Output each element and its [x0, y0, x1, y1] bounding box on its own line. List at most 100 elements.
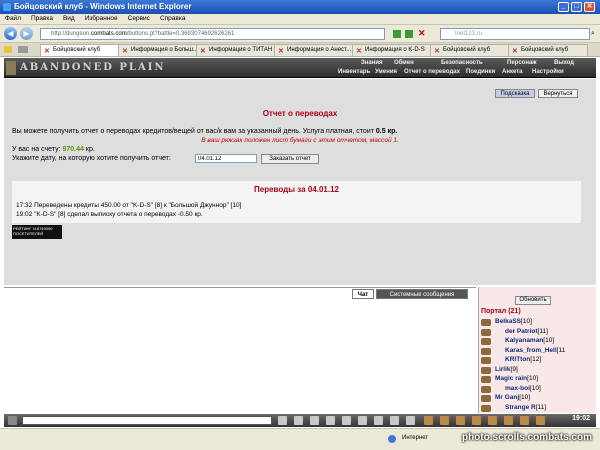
nav-security[interactable]: Безопасность: [441, 60, 483, 66]
report-notice: В ваш рюкзак положен лист бумаги с этим …: [201, 137, 399, 144]
tab-system-messages[interactable]: Системные сообщения: [376, 289, 468, 299]
tab-close-icon[interactable]: ✕: [44, 47, 50, 55]
quest-icon[interactable]: [424, 416, 433, 425]
tab-fight-club-1[interactable]: ✕ Бойцовский клуб: [40, 44, 120, 56]
minimize-button[interactable]: _: [558, 2, 569, 12]
person-icon[interactable]: [342, 416, 351, 425]
user-row[interactable]: Magic rain[10]: [481, 375, 595, 385]
user-row[interactable]: BelkaSS[10]: [481, 318, 595, 328]
user-row[interactable]: Kalyanaman[10]: [481, 337, 595, 347]
nav-exit[interactable]: Выход: [554, 60, 574, 66]
inventory-bag-icon[interactable]: [440, 416, 449, 425]
menu-view[interactable]: Вид: [58, 14, 80, 23]
hint-button[interactable]: Подсказка: [495, 89, 535, 98]
tab-fight-club-3[interactable]: ✕ Бойцовский клуб: [508, 44, 588, 56]
page-title: Отчет о переводах: [262, 109, 338, 118]
nav-inventory[interactable]: Инвентарь: [338, 69, 370, 75]
nav-battles[interactable]: Поединки: [466, 69, 495, 75]
address-toolbar: ◀ ▶ http://dungeon.combats.com/buttons.p…: [0, 25, 600, 43]
mail-icon[interactable]: [472, 416, 481, 425]
smile-icon[interactable]: [390, 416, 399, 425]
user-row[interactable]: Karas_from_Hell[11: [481, 347, 595, 357]
nav-settings[interactable]: Настройки: [532, 69, 564, 75]
window-titlebar: Бойцовский клуб - Windows Internet Explo…: [0, 0, 600, 14]
user-list-panel: Обновить Портал (21) BelkaSS[10] der Pat…: [478, 287, 596, 413]
user-row[interactable]: der Patriot[11]: [481, 328, 595, 338]
search-input[interactable]: Inet123.ru: [440, 28, 590, 40]
back-button[interactable]: Вернуться: [538, 89, 578, 98]
map-icon[interactable]: [456, 416, 465, 425]
date-input[interactable]: [195, 154, 257, 163]
favorites-star-icon[interactable]: [4, 46, 12, 53]
user-row[interactable]: Lirlik[9]: [481, 366, 595, 376]
tab-chat[interactable]: Чат: [352, 289, 374, 299]
menu-edit[interactable]: Правка: [26, 14, 58, 23]
hammer-icon[interactable]: [326, 416, 335, 425]
tab-close-icon[interactable]: ✕: [512, 47, 518, 55]
nav-transfer-report[interactable]: Отчет о переводах: [404, 69, 460, 75]
clear-icon[interactable]: [294, 416, 303, 425]
user-action-icon[interactable]: [481, 319, 491, 326]
user-action-icon[interactable]: [481, 347, 491, 355]
tab-close-icon[interactable]: ✕: [122, 47, 128, 55]
send-icon[interactable]: [278, 416, 287, 425]
nav-skills[interactable]: Умения: [375, 69, 397, 75]
go-icon[interactable]: [393, 30, 401, 38]
refresh-button[interactable]: Обновить: [515, 296, 551, 305]
user-row[interactable]: KRITton[12]: [481, 356, 595, 366]
tab-info-titan[interactable]: ✕ Информация о ТИТАН: [196, 44, 276, 56]
close-button[interactable]: ✕: [584, 2, 595, 12]
news-icon[interactable]: [488, 416, 497, 425]
tab-info-bolsh[interactable]: ✕ Информация о Больш...: [118, 44, 198, 56]
nav-profile[interactable]: Анкета: [502, 69, 523, 75]
user-action-icon[interactable]: [481, 357, 491, 364]
maximize-button[interactable]: □: [571, 2, 582, 12]
tab-list-icon[interactable]: [18, 46, 28, 53]
browser-tab-bar: ✕ Бойцовский клуб ✕ Информация о Больш... …: [0, 43, 600, 57]
forward-arrow-icon[interactable]: ▶: [20, 27, 33, 40]
help-icon[interactable]: [536, 416, 545, 425]
chat-settings-icon[interactable]: [8, 416, 17, 425]
group-icon[interactable]: [358, 416, 367, 425]
back-arrow-icon[interactable]: ◀: [4, 27, 17, 40]
nav-knowledge[interactable]: Знания: [361, 60, 383, 66]
menu-tools[interactable]: Сервис: [123, 14, 155, 23]
user-action-icon[interactable]: [481, 385, 491, 393]
chat-input[interactable]: [22, 416, 272, 425]
address-input[interactable]: http://dungeon.combats.com/buttons.pl?ba…: [40, 28, 385, 40]
filter-icon[interactable]: [310, 416, 319, 425]
tab-info-kds[interactable]: ✕ Информация о K-D-S: [352, 44, 432, 56]
user-action-icon[interactable]: [481, 366, 491, 374]
user-action-icon[interactable]: [481, 338, 491, 345]
user-action-icon[interactable]: [481, 328, 491, 336]
user-action-icon[interactable]: [481, 404, 491, 412]
tab-fight-club-2[interactable]: ✕ Бойцовский клуб: [430, 44, 510, 56]
tab-close-icon[interactable]: ✕: [434, 47, 440, 55]
chest-icon[interactable]: [520, 416, 529, 425]
chat-pane[interactable]: Чат Системные сообщения: [4, 287, 476, 413]
user-action-icon[interactable]: [481, 395, 491, 402]
search-icon[interactable]: ⌕: [591, 30, 595, 38]
menu-file[interactable]: Файл: [0, 14, 26, 23]
refresh-icon[interactable]: [405, 30, 413, 38]
dragon-logo-icon: [6, 61, 16, 75]
tab-close-icon[interactable]: ✕: [356, 47, 362, 55]
user-action-icon[interactable]: [481, 376, 491, 383]
tab-close-icon[interactable]: ✕: [200, 47, 206, 55]
tab-info-anest[interactable]: ✕ Информация о Анест...: [274, 44, 354, 56]
visitor-counter[interactable]: РЕЙТИНГ 118749090 ПОСЕТИТЕЛЕЙ: [12, 225, 62, 239]
stop-icon[interactable]: ✕: [418, 28, 426, 39]
clan-icon[interactable]: [406, 416, 415, 425]
order-report-button[interactable]: Заказать отчет: [261, 154, 319, 164]
user-row[interactable]: Strange R[11]: [481, 404, 595, 414]
user-row[interactable]: max-boi[10]: [481, 385, 595, 395]
nav-exchange[interactable]: Обмен: [394, 60, 414, 66]
tab-close-icon[interactable]: ✕: [278, 47, 284, 55]
nav-character[interactable]: Персонаж: [507, 60, 537, 66]
user-row[interactable]: Mr Ganj[10]: [481, 394, 595, 404]
book-icon[interactable]: [504, 416, 513, 425]
menu-help[interactable]: Справка: [155, 14, 191, 23]
menu-favorites[interactable]: Избранное: [80, 14, 123, 23]
account-balance: У вас на счету: 970.44 кр.: [12, 146, 95, 153]
trade-icon[interactable]: [374, 416, 383, 425]
